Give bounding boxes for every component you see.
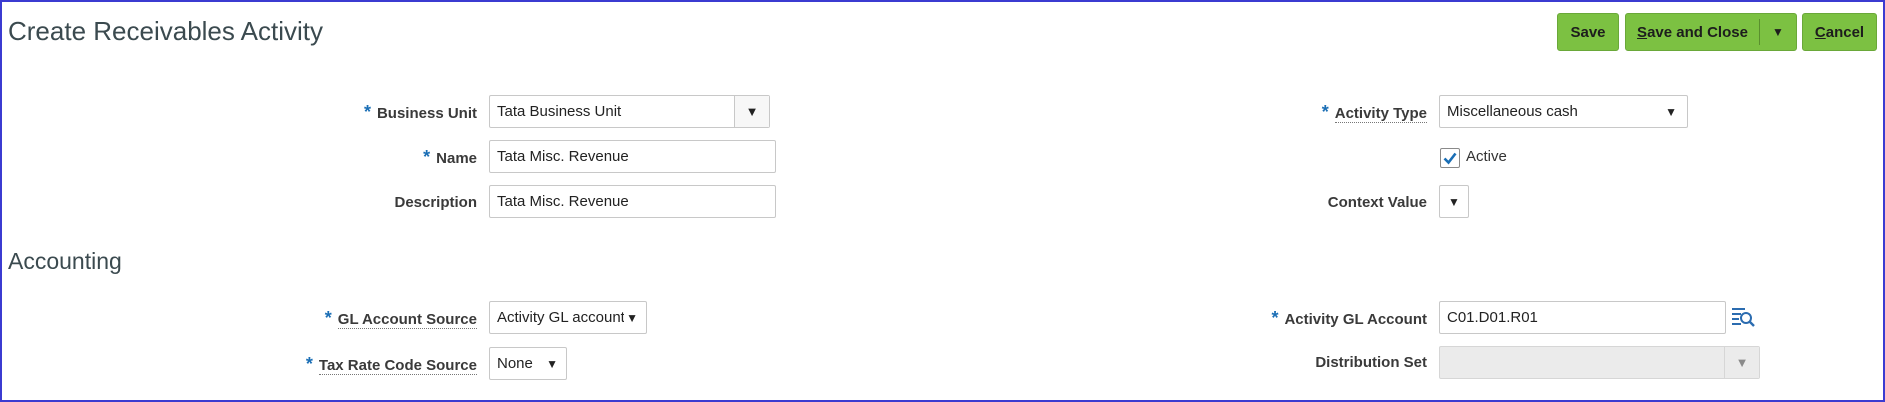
distribution-set-label: Distribution Set <box>1315 354 1427 371</box>
save-and-close-button[interactable]: Save and Close ▼ <box>1625 13 1797 51</box>
business-unit-label: * Business Unit <box>363 102 477 122</box>
active-checkbox[interactable] <box>1440 148 1460 168</box>
gl-account-source-label: * GL Account Source <box>324 308 477 329</box>
chevron-down-icon[interactable]: ▼ <box>1760 25 1796 39</box>
save-and-close-label[interactable]: Save and Close <box>1626 24 1759 41</box>
required-indicator: * <box>423 147 431 167</box>
checkmark-icon <box>1443 152 1457 165</box>
accounting-section-title: Accounting <box>8 248 122 274</box>
required-indicator: * <box>324 308 332 328</box>
save-button-label: Save <box>1570 23 1606 41</box>
activity-gl-account-input[interactable]: C01.D01.R01 <box>1439 301 1726 334</box>
activity-type-select[interactable]: Miscellaneous cash ▼ <box>1439 95 1688 128</box>
tax-rate-code-source-label: * Tax Rate Code Source <box>305 354 477 375</box>
name-input[interactable]: Tata Misc. Revenue <box>489 140 776 173</box>
cancel-button-label: Cancel <box>1814 23 1865 41</box>
chevron-down-icon: ▼ <box>1448 194 1460 209</box>
save-button[interactable]: Save <box>1557 13 1619 51</box>
required-indicator: * <box>363 102 371 122</box>
chevron-down-icon: ▼ <box>1724 347 1759 378</box>
required-indicator: * <box>1271 308 1279 328</box>
description-input[interactable]: Tata Misc. Revenue <box>489 185 776 218</box>
context-value-label: Context Value <box>1327 194 1427 211</box>
cancel-button[interactable]: Cancel <box>1802 13 1877 51</box>
chevron-down-icon: ▼ <box>546 356 558 371</box>
required-indicator: * <box>305 354 313 374</box>
active-label: Active <box>1466 148 1507 165</box>
distribution-set-select: ▼ <box>1439 346 1760 379</box>
page-frame: Create Receivables Activity Save Save an… <box>0 0 1885 402</box>
business-unit-select[interactable]: Tata Business Unit ▼ <box>489 95 770 128</box>
activity-type-label: * Activity Type <box>1321 102 1427 123</box>
tax-rate-code-source-select[interactable]: None ▼ <box>489 347 567 380</box>
chevron-down-icon: ▼ <box>1665 104 1677 119</box>
page-title: Create Receivables Activity <box>8 16 324 46</box>
activity-gl-account-label: * Activity GL Account <box>1271 308 1427 328</box>
context-value-select[interactable]: ▼ <box>1439 185 1469 218</box>
account-search-icon[interactable] <box>1731 304 1755 328</box>
chevron-down-icon: ▼ <box>626 310 638 325</box>
required-indicator: * <box>1321 102 1329 122</box>
name-label: * Name <box>423 147 477 167</box>
chevron-down-icon[interactable]: ▼ <box>734 96 769 127</box>
description-label: Description <box>394 194 477 211</box>
gl-account-source-select[interactable]: Activity GL account ▼ <box>489 301 647 334</box>
